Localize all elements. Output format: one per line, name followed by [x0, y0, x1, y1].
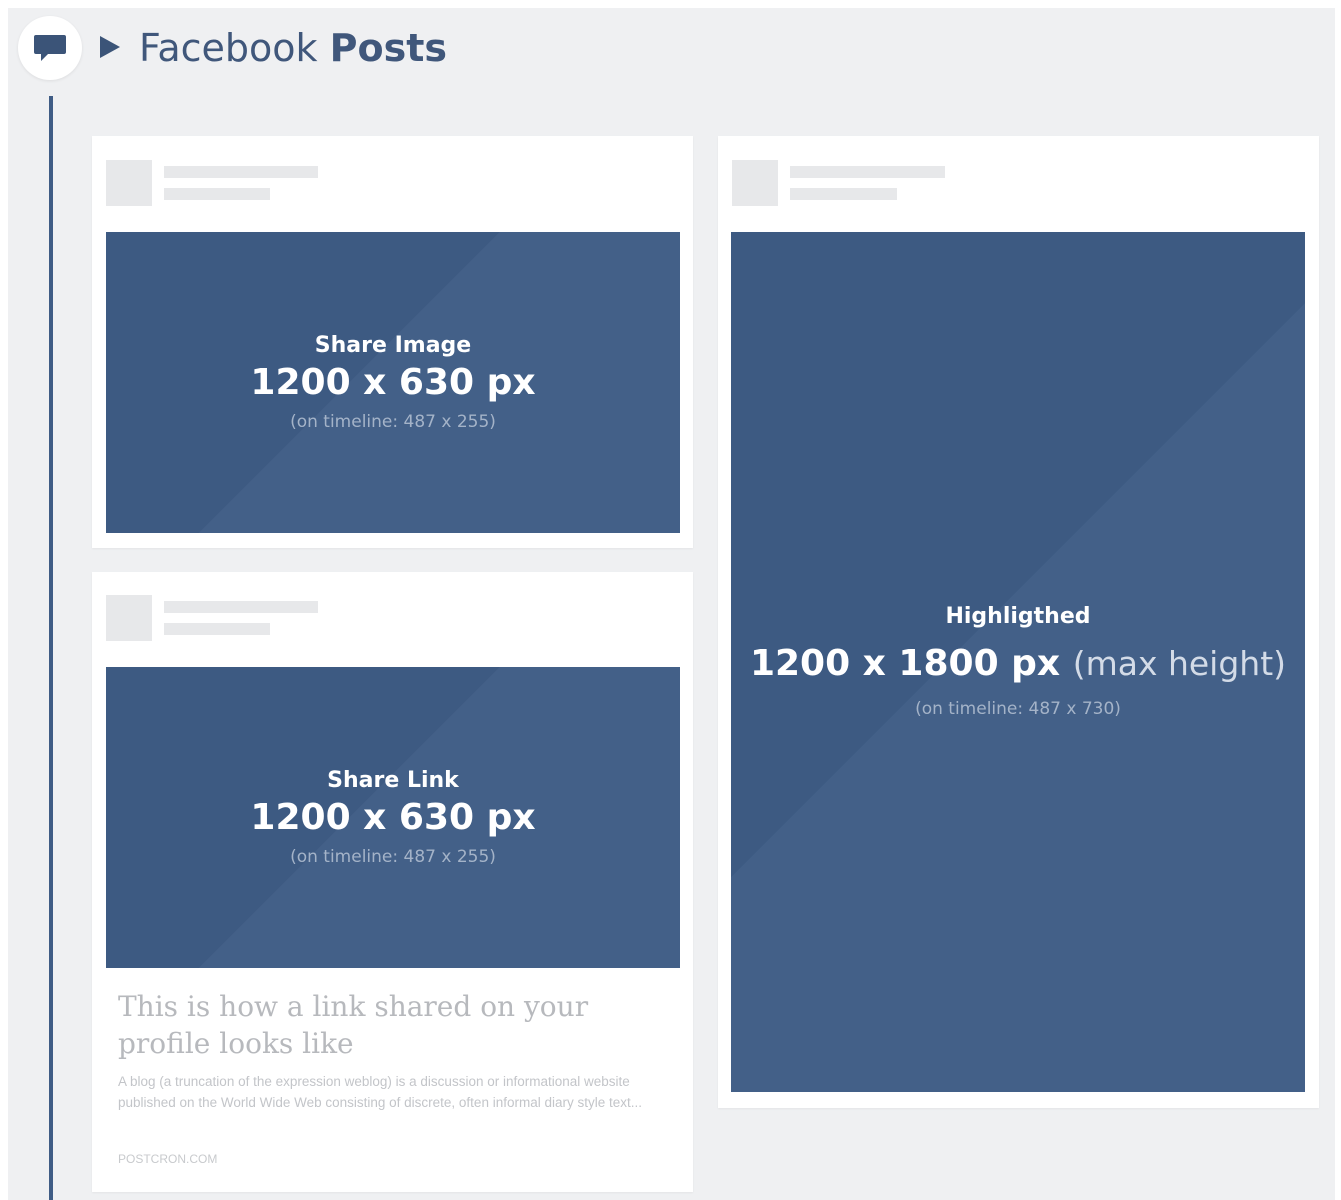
- avatar-placeholder: [106, 595, 152, 641]
- highlighted-dimensions-note: (max height): [1072, 644, 1287, 683]
- timeline-line: [49, 96, 53, 1200]
- date-placeholder-line: [164, 623, 270, 635]
- date-placeholder-line: [790, 188, 897, 200]
- highlighted-label: Highligthed: [945, 604, 1091, 629]
- title-regular: Facebook: [139, 26, 318, 70]
- name-placeholder-line: [164, 601, 318, 613]
- link-preview-description: A blog (a truncation of the expression w…: [118, 1074, 643, 1110]
- highlighted-dimensions: 1200 x 1800 px: [749, 643, 1061, 684]
- title-bold: Posts: [329, 26, 448, 70]
- share-link-dimensions: 1200 x 630 px: [250, 796, 536, 838]
- share-image-label: Share Image: [314, 332, 472, 358]
- highlighted-timeline: (on timeline: 487 x 730): [915, 699, 1121, 719]
- speech-bubble-icon: [34, 35, 66, 61]
- share-image-dimensions: 1200 x 630 px: [250, 361, 536, 403]
- share-image-timeline: (on timeline: 487 x 255): [290, 411, 496, 432]
- share-link-label: Share Link: [327, 767, 459, 793]
- avatar-placeholder: [732, 160, 778, 206]
- share-image-area: Share Image 1200 x 630 px (on timeline: …: [106, 232, 680, 533]
- avatar-placeholder: [106, 160, 152, 206]
- header-icon-circle: [18, 16, 82, 80]
- link-preview-domain: POSTCRON.COM: [118, 1152, 218, 1166]
- link-preview-title: This is how a link shared on your profil…: [118, 990, 589, 1060]
- name-placeholder-line: [790, 166, 945, 178]
- share-link-timeline: (on timeline: 487 x 255): [290, 846, 496, 867]
- triangle-right-icon: [100, 36, 120, 58]
- highlighted-area: Highligthed 1200 x 1800 px (max height) …: [731, 232, 1305, 1092]
- share-link-area: Share Link 1200 x 630 px (on timeline: 4…: [106, 667, 680, 968]
- highlighted-dimensions-line: 1200 x 1800 px (max height): [750, 642, 1286, 686]
- name-placeholder-line: [164, 166, 318, 178]
- date-placeholder-line: [164, 188, 270, 200]
- section-title: Facebook Posts: [139, 24, 447, 72]
